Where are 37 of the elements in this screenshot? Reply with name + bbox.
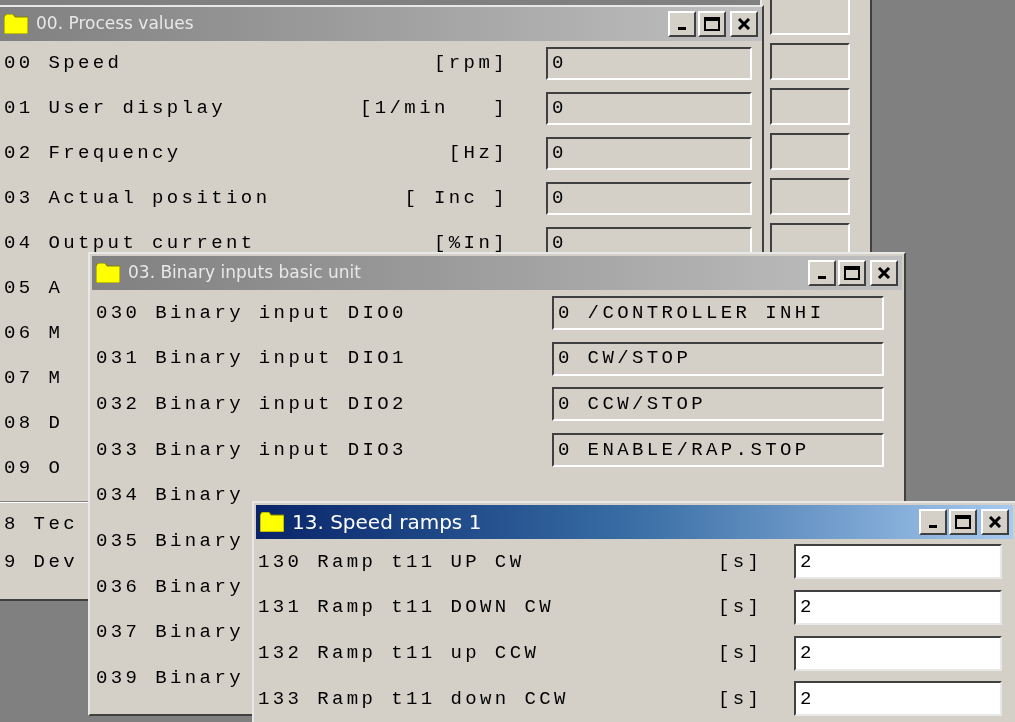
parameter-label: 8 Tec	[4, 511, 78, 537]
parameter-label: 132 Ramp t11 up CCW	[258, 640, 541, 666]
parameter-label: 130 Ramp t11 UP CW	[258, 549, 526, 575]
parameter-label: 034 Binary	[96, 483, 246, 509]
parameter-label: 00 Speed	[4, 51, 124, 77]
parameter-label: 035 Binary	[96, 529, 246, 555]
parameter-label: 037 Binary	[96, 620, 246, 646]
parameter-label: 06 M	[4, 321, 65, 347]
unit-label: [s]	[718, 640, 764, 666]
parameter-label: 07 M	[4, 366, 65, 392]
parameter-label: 08 D	[4, 411, 65, 437]
window-title: 03. Binary inputs basic unit	[128, 261, 361, 285]
parameter-label: 033 Binary input DIO3	[96, 437, 408, 463]
unit-label: [s]	[718, 549, 764, 575]
unit-label: [1/min ]	[358, 96, 508, 122]
parameter-label: 01 User display	[4, 96, 228, 122]
parameter-label: 09 O	[4, 456, 65, 482]
parameter-label: 031 Binary input DIO1	[96, 346, 408, 372]
parameter-label: 9 Dev	[4, 549, 78, 575]
window-title: 13. Speed ramps 1	[292, 509, 482, 536]
unit-label: [s]	[718, 595, 764, 621]
parameter-label: 133 Ramp t11 down CCW	[258, 686, 570, 712]
unit-label: [ Inc ]	[403, 186, 508, 212]
parameter-label: 04 Output current	[4, 231, 257, 257]
window-title: 00. Process values	[36, 12, 194, 36]
unit-label: [rpm]	[433, 51, 508, 77]
unit-label: [%In]	[433, 231, 508, 257]
parameter-label: 032 Binary input DIO2	[96, 391, 408, 417]
parameter-label: 02 Frequency	[4, 141, 183, 167]
unit-label: [Hz]	[447, 141, 508, 167]
unit-label: [s]	[718, 686, 764, 712]
parameter-label: 039 Binary	[96, 666, 246, 692]
parameter-label: 131 Ramp t11 DOWN CW	[258, 595, 556, 621]
parameter-label: 05 A	[4, 276, 65, 302]
parameter-label: 030 Binary input DIO0	[96, 300, 408, 326]
parameter-label: 03 Actual position	[4, 186, 272, 212]
parameter-label: 036 Binary	[96, 574, 246, 600]
